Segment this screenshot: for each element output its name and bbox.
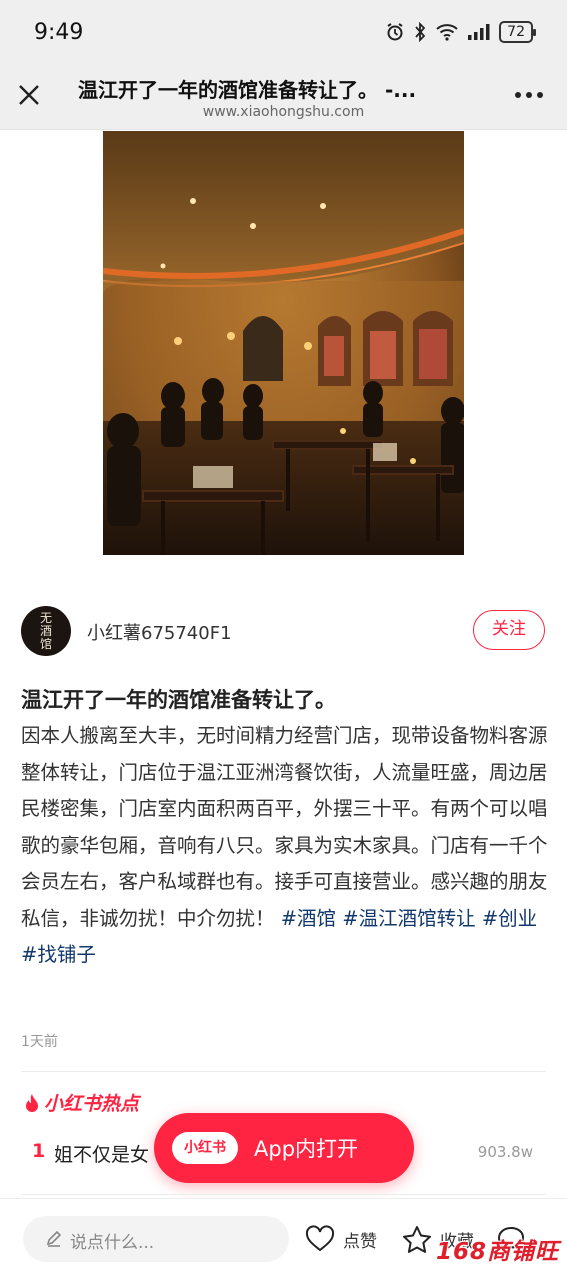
open-in-app-button[interactable]: 小红书 App内打开 (154, 1113, 414, 1183)
hashtag-link[interactable]: #创业 (482, 907, 537, 930)
heart-icon (305, 1225, 335, 1252)
hot-list-header: 小红书热点 (24, 1089, 139, 1116)
note-body: 因本人搬离至大丰，无时间精力经营门店，现带设备物料客源整体转让，门店位于温江亚洲… (21, 718, 551, 974)
bar-interior-image (103, 131, 464, 555)
comment-input[interactable]: 说点什么... (23, 1216, 289, 1262)
status-bar: 9:49 72 (0, 0, 567, 62)
hashtag-link[interactable]: #找铺子 (21, 943, 96, 966)
author-name[interactable]: 小红薯675740F1 (87, 619, 232, 645)
note-photo[interactable] (103, 131, 464, 555)
avatar[interactable]: 无 酒 馆 (21, 606, 71, 656)
like-button[interactable]: 点赞 (305, 1223, 377, 1255)
page-url: www.xiaohongshu.com (202, 104, 365, 120)
hashtag-link[interactable]: #酒馆 (281, 907, 336, 930)
divider (21, 1194, 546, 1195)
signal-icon (468, 24, 490, 40)
alarm-icon (387, 23, 403, 41)
like-label: 点赞 (343, 1231, 377, 1252)
open-in-app-label: App内打开 (254, 1137, 359, 1161)
status-icons: 72 (385, 21, 536, 43)
comment-placeholder: 说点什么... (70, 1233, 155, 1253)
note-body-text: 因本人搬离至大丰，无时间精力经营门店，现带设备物料客源整体转让，门店位于温江亚洲… (21, 724, 548, 930)
browser-header: 温江开了一年的酒馆准备转让了。 -... www.xiaohongshu.com (0, 62, 567, 130)
page-title: 温江开了一年的酒馆准备转让了。 -... (78, 78, 417, 102)
hot-list-label: 小红书热点 (44, 1093, 140, 1115)
note-timestamp: 1天前 (21, 1034, 58, 1050)
hot-rank: 1 (32, 1140, 46, 1162)
wifi-icon (436, 24, 458, 41)
star-icon (403, 1226, 431, 1253)
divider (21, 1071, 546, 1072)
follow-button[interactable]: 关注 (473, 610, 545, 650)
author-row: 无 酒 馆 小红薯675740F1 关注 (0, 598, 567, 662)
watermark-logo: 168商铺旺 (436, 1239, 560, 1265)
xiaohongshu-logo: 小红书 (172, 1132, 238, 1164)
pen-icon (46, 1230, 62, 1247)
note-title: 温江开了一年的酒馆准备转让了。 (21, 688, 336, 712)
hashtag-link[interactable]: #温江酒馆转让 (342, 907, 475, 930)
hot-item-count: 903.8w (477, 1143, 533, 1161)
status-time: 9:49 (34, 20, 84, 45)
flame-icon (26, 1093, 38, 1112)
hot-item-text: 姐不仅是女 (54, 1144, 150, 1166)
bluetooth-icon (415, 22, 426, 42)
more-menu-button[interactable] (515, 92, 543, 98)
battery-indicator: 72 (499, 21, 536, 43)
